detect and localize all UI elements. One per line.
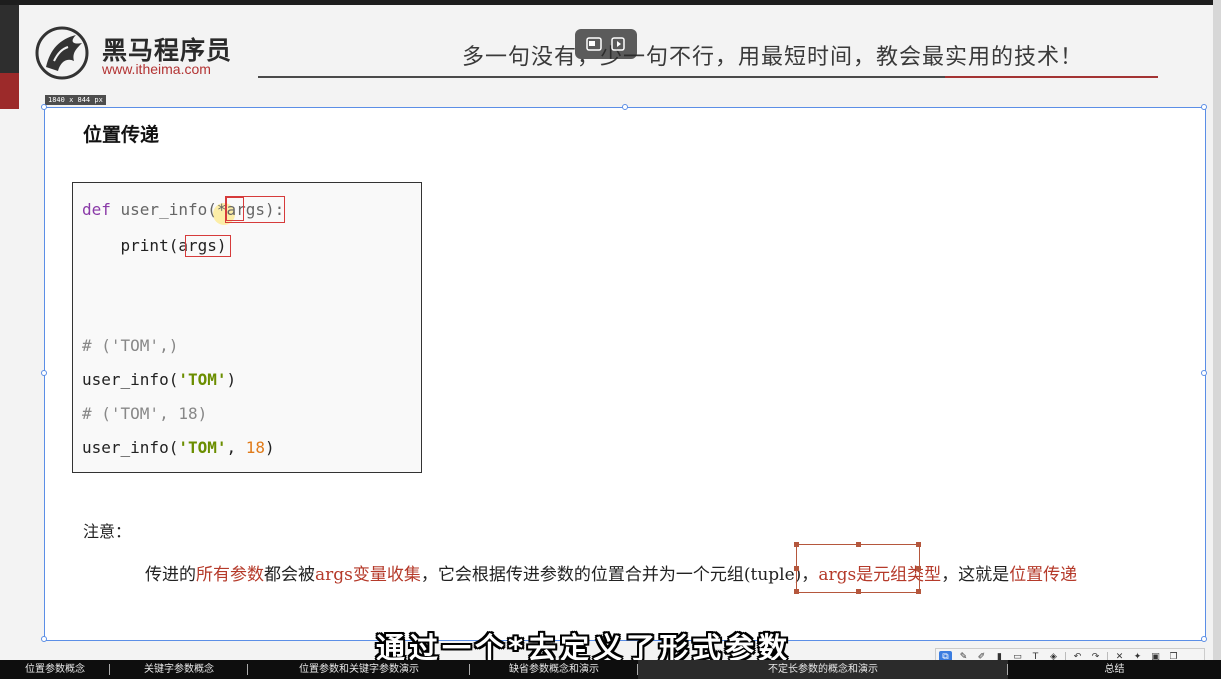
- horse-logo-icon: [35, 26, 89, 80]
- note-label: 注意：: [83, 522, 132, 541]
- note-segment: ，它会根据传进参数的位置合并为一个元组(tuple)，: [420, 565, 819, 585]
- chapter-label: 不定长参数的概念和演示: [768, 664, 878, 675]
- code-line: user_info('TOM', 18): [82, 437, 275, 459]
- resize-handle[interactable]: [41, 104, 47, 110]
- chapter-label: 缺省参数概念和演示: [509, 664, 599, 675]
- section-title: 位置传递: [83, 124, 160, 146]
- brush-icon[interactable]: ✐: [975, 651, 988, 660]
- resize-handle[interactable]: [622, 104, 628, 110]
- header-divider-accent: [945, 76, 1158, 78]
- annotation-box: [185, 235, 231, 257]
- chapter-item[interactable]: 缺省参数概念和演示: [470, 660, 638, 679]
- annotation-toolbar: ⧉ ✎ ✐ ▮ ▭ T ◈ ↶ ↷ ✕ ✦ ▣ ❐: [935, 648, 1205, 660]
- code-block: def user_info(*args): print(args) # ('TO…: [72, 182, 422, 473]
- video-subtitle: 通过一个*去定义了形式参数: [376, 631, 792, 660]
- save-icon[interactable]: ▣: [1149, 651, 1162, 660]
- copy-icon[interactable]: ❐: [1167, 651, 1180, 660]
- chapter-item[interactable]: 位置参数概念: [0, 660, 110, 679]
- video-overlay-controls: [575, 29, 637, 59]
- close-icon[interactable]: ✕: [1113, 651, 1126, 660]
- code-token: user_info: [120, 200, 208, 219]
- code-token: # ('TOM',): [82, 336, 179, 355]
- undo-icon[interactable]: ↶: [1071, 651, 1084, 660]
- chapter-label: 位置参数概念: [25, 664, 85, 675]
- resize-handle[interactable]: [1201, 370, 1207, 376]
- cast-icon[interactable]: [610, 36, 628, 52]
- note-segment: ，这就是: [941, 565, 1010, 585]
- chapter-label: 位置参数和关键字参数演示: [299, 664, 419, 675]
- code-line: # ('TOM', 18): [82, 403, 207, 425]
- resize-handle[interactable]: [1201, 636, 1207, 642]
- resize-handle[interactable]: [1201, 104, 1207, 110]
- text-icon[interactable]: T: [1029, 651, 1042, 660]
- slide-canvas: 黑马程序员 www.itheima.com 多一句没有，少一句不行，用最短时间，…: [0, 5, 1213, 660]
- annotation-box: [226, 197, 244, 221]
- toolbar-separator: [1107, 652, 1108, 660]
- code-token: ): [265, 438, 275, 457]
- pip-icon[interactable]: [585, 36, 603, 52]
- chapter-item[interactable]: 位置参数和关键字参数演示: [248, 660, 470, 679]
- left-accent-bar: [0, 5, 19, 73]
- pin-icon[interactable]: ✦: [1131, 651, 1144, 660]
- chapter-bar: 位置参数概念 关键字参数概念 位置参数和关键字参数演示 缺省参数概念和演示 不定长参数的…: [0, 660, 1221, 679]
- chapter-label: 关键字参数概念: [144, 664, 214, 675]
- chapter-item[interactable]: 关键字参数概念: [110, 660, 248, 679]
- code-line: # ('TOM',): [82, 335, 178, 357]
- code-token: ,: [226, 438, 246, 457]
- note-highlight: args变量收集: [315, 565, 421, 585]
- note-highlight: 位置传递: [1009, 565, 1078, 585]
- code-token: # ('TOM', 18): [82, 404, 208, 423]
- resize-handle[interactable]: [41, 370, 47, 376]
- note-highlight: 所有参数: [196, 565, 264, 585]
- resize-handle[interactable]: [41, 636, 47, 642]
- chapter-item[interactable]: 不定长参数的概念和演示: [638, 660, 1008, 679]
- dimension-label: 1840 x 844 px: [45, 95, 106, 105]
- note-segment: 传进的: [145, 565, 196, 585]
- redo-icon[interactable]: ↷: [1089, 651, 1102, 660]
- rect-icon[interactable]: ▭: [1011, 651, 1024, 660]
- code-token: user_info(: [82, 438, 179, 457]
- marker-icon[interactable]: ▮: [993, 651, 1006, 660]
- code-token: 'TOM': [178, 370, 227, 389]
- brand-url: www.itheima.com: [102, 61, 211, 77]
- annotation-box[interactable]: [794, 542, 921, 594]
- note-text: 传进的所有参数都会被args变量收集，它会根据传进参数的位置合并为一个元组(tu…: [83, 558, 1183, 592]
- note-segment: 都会被: [264, 565, 315, 585]
- left-accent-bar-red: [0, 73, 19, 109]
- content-selection[interactable]: 位置传递 def user_info(*args): print(args) #…: [41, 104, 1207, 642]
- pen-icon[interactable]: ✎: [957, 651, 970, 660]
- eraser-icon[interactable]: ◈: [1047, 651, 1060, 660]
- code-token: user_info(: [82, 370, 179, 389]
- slogan: 多一句没有，少一句不行，用最短时间，教会最实用的技术！: [462, 45, 1084, 70]
- code-token: 18: [245, 438, 266, 457]
- right-edge: [1213, 0, 1221, 660]
- code-line: user_info('TOM'): [82, 369, 236, 391]
- select-icon[interactable]: ⧉: [939, 651, 952, 660]
- code-token: def: [82, 200, 121, 219]
- chapter-item[interactable]: 总结: [1008, 660, 1221, 679]
- code-token: ): [226, 370, 237, 389]
- toolbar-separator: [1065, 652, 1066, 660]
- code-token: 'TOM': [178, 438, 227, 457]
- chapter-label: 总结: [1104, 664, 1125, 675]
